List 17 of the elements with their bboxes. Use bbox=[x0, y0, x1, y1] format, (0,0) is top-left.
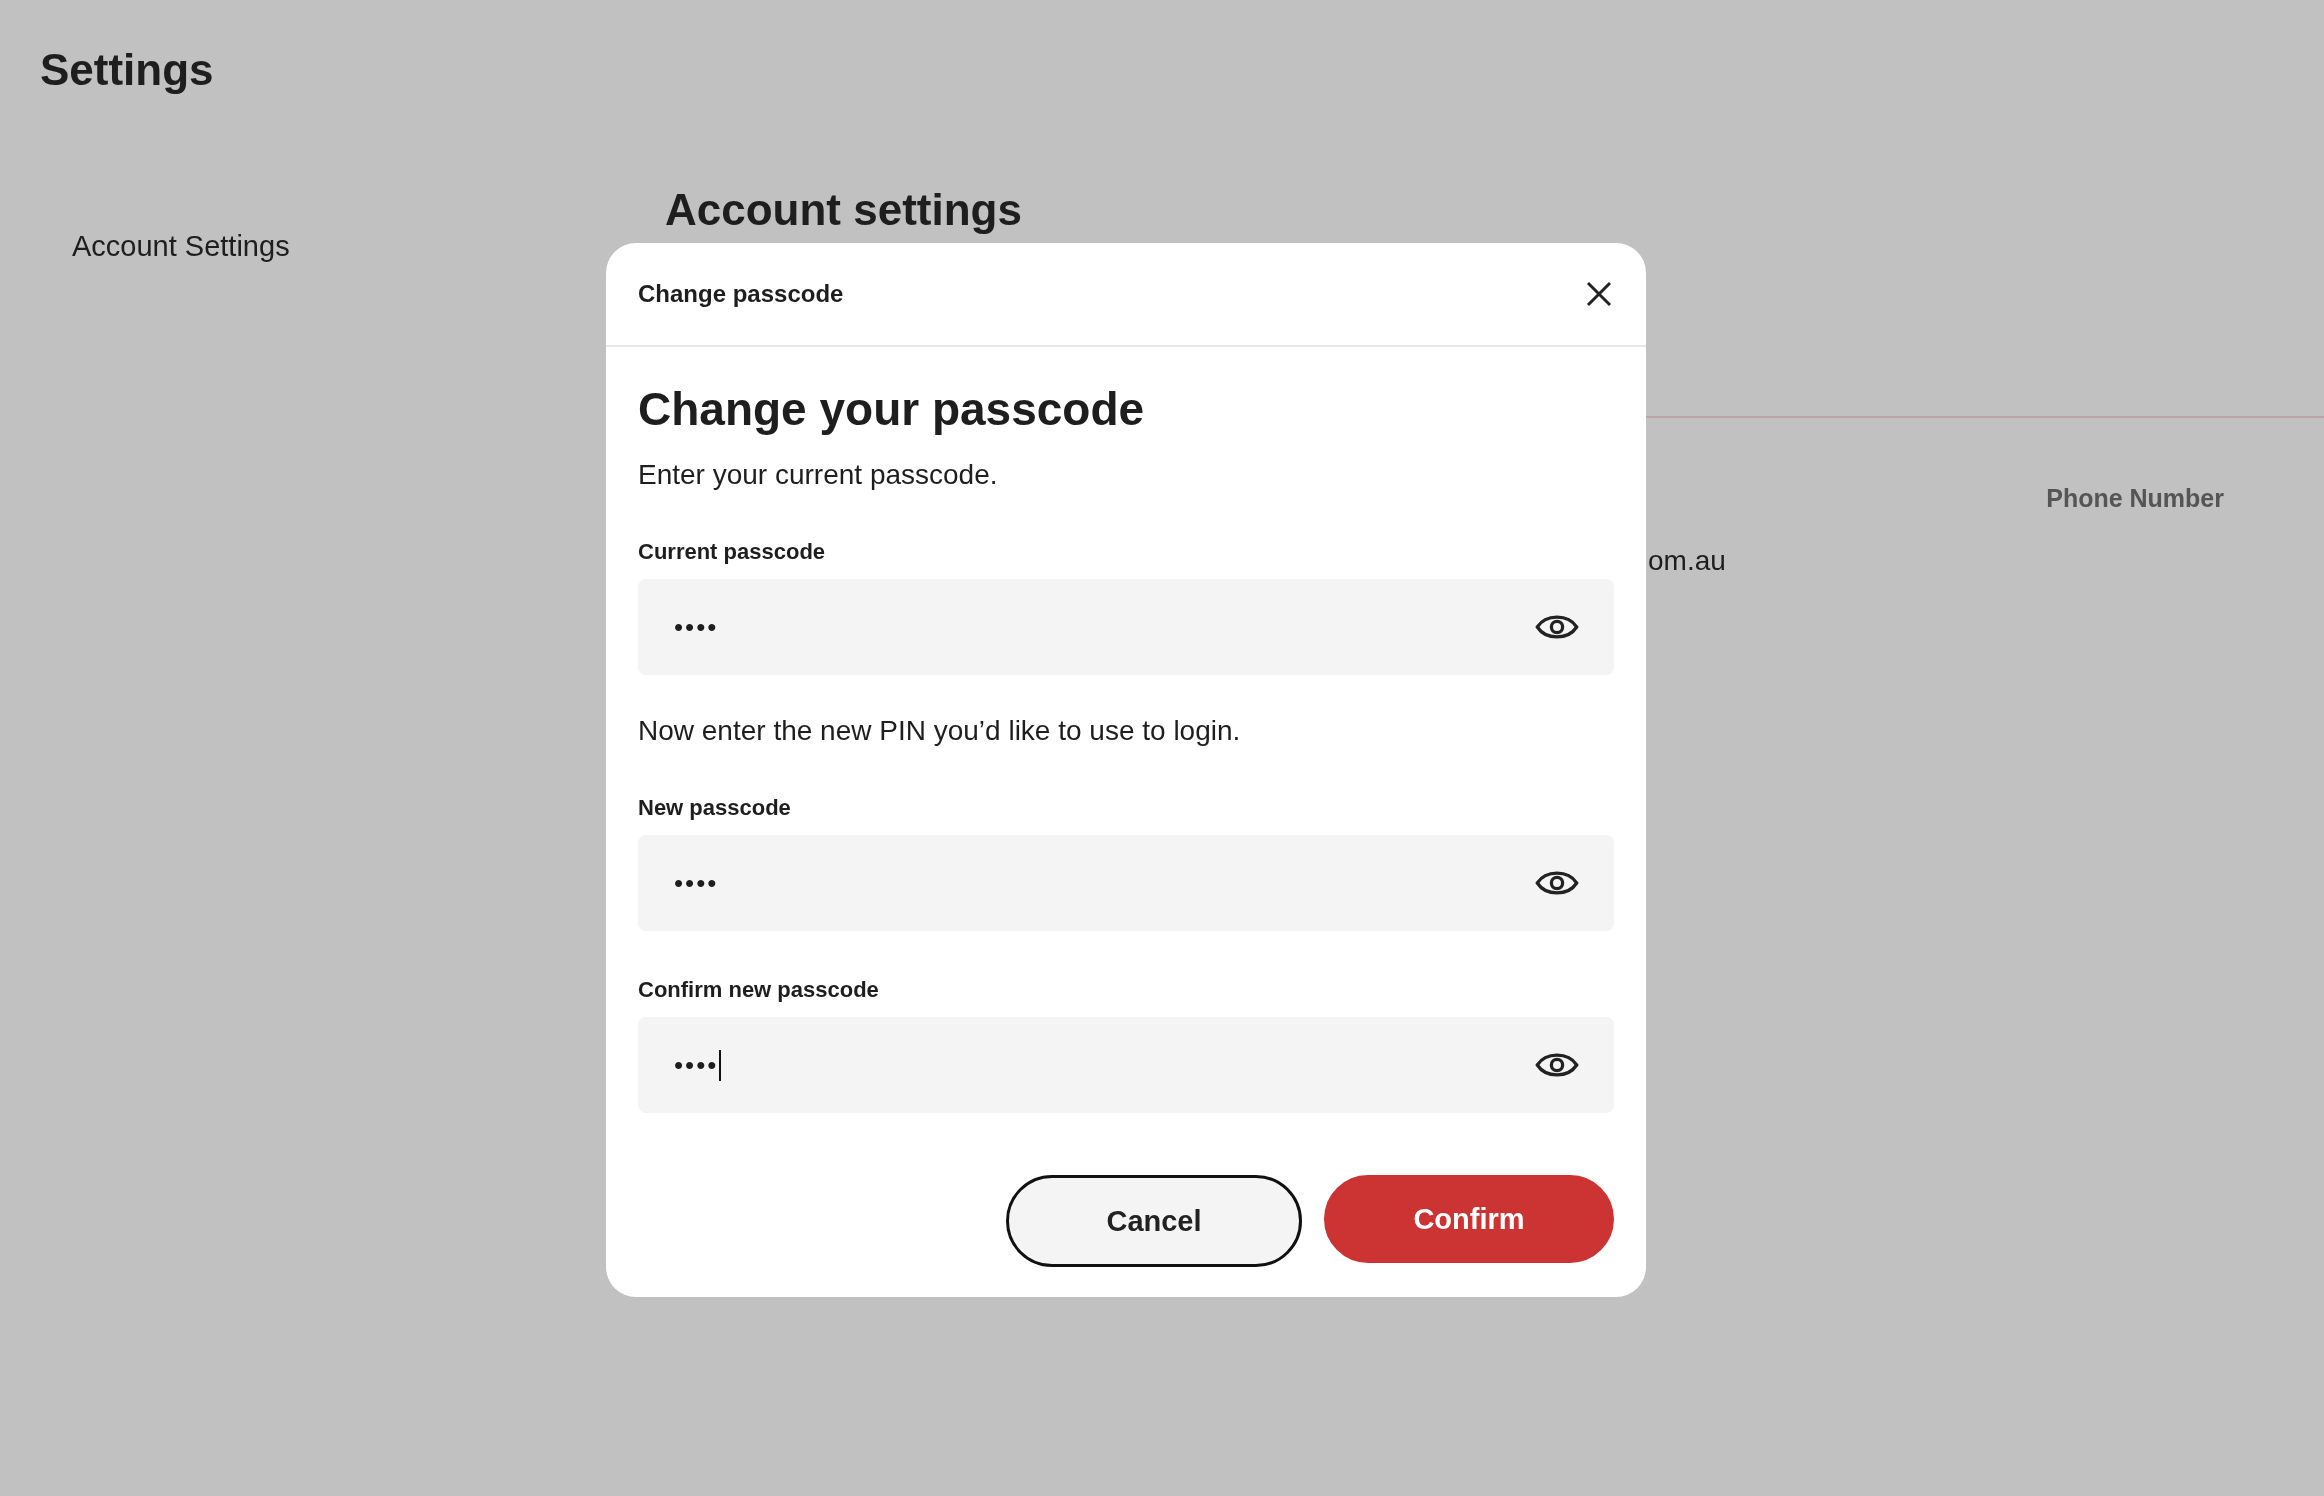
field-label: Phone Number bbox=[2046, 484, 2224, 513]
confirm-button[interactable]: Confirm bbox=[1324, 1175, 1614, 1263]
page-title: Settings bbox=[39, 44, 215, 96]
email-value: om.au bbox=[1648, 545, 1726, 577]
field-label: New passcode bbox=[638, 795, 792, 821]
field-label: Current passcode bbox=[638, 539, 827, 565]
instruction-text: Now enter the new PIN you’d like to use to login. bbox=[638, 714, 1242, 748]
close-icon[interactable] bbox=[1584, 279, 1614, 309]
instruction-text: Enter your current passcode. bbox=[638, 458, 999, 492]
passcode-field[interactable]: •••• bbox=[638, 835, 1614, 931]
passcode-field[interactable]: •••• bbox=[638, 1017, 1614, 1113]
section-heading: Account settings bbox=[665, 184, 1023, 236]
dialog-heading: Change your passcode bbox=[638, 382, 1146, 437]
dialog-title: Change passcode bbox=[638, 280, 844, 308]
cancel-button[interactable]: Cancel bbox=[1006, 1175, 1302, 1267]
field-label: Confirm new passcode bbox=[638, 977, 880, 1003]
passcode-field[interactable]: •••• bbox=[638, 579, 1614, 675]
